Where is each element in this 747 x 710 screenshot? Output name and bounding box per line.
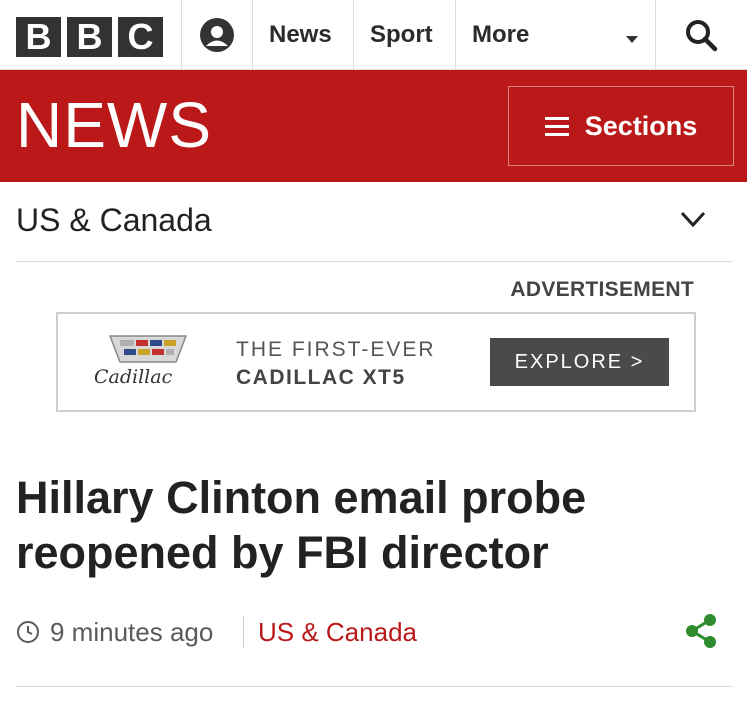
nav-divider (455, 0, 456, 70)
share-icon[interactable] (683, 612, 719, 650)
article-section-link[interactable]: US & Canada (258, 617, 417, 648)
article-headline: Hillary Clinton email probe reopened by … (16, 472, 587, 578)
news-wordmark[interactable]: NEWS (16, 92, 212, 158)
account-icon (199, 18, 234, 52)
section-selector[interactable]: US & Canada (16, 182, 733, 262)
caret-down-icon[interactable] (626, 36, 638, 43)
news-banner: NEWS Sections (0, 70, 747, 182)
search-button[interactable] (655, 0, 747, 70)
search-icon (686, 20, 718, 52)
advertisement-label: ADVERTISEMENT (510, 278, 694, 301)
ad-line-2: CADILLAC XT5 (236, 366, 406, 389)
divider (16, 686, 733, 687)
hamburger-menu-icon (544, 116, 569, 136)
sections-button[interactable]: Sections (508, 86, 734, 166)
cadillac-wordmark: Cadillac (94, 366, 173, 388)
nav-divider (252, 0, 253, 70)
ad-line-1: THE FIRST-EVER (236, 338, 436, 361)
meta-divider (243, 616, 244, 648)
article-meta: 9 minutes ago US & Canada (16, 612, 733, 654)
ad-copy: THE FIRST-EVER CADILLAC XT5 (236, 336, 436, 392)
advertisement-banner[interactable]: Cadillac THE FIRST-EVER CADILLAC XT5 EXP… (56, 312, 696, 412)
explore-button[interactable]: EXPLORE > (490, 338, 669, 386)
chevron-down-icon[interactable] (680, 210, 706, 228)
bbc-logo-letter: C (118, 17, 163, 57)
bbc-global-nav: B B C News Sport More (0, 0, 747, 70)
nav-more-button[interactable]: More (472, 0, 529, 70)
bbc-logo[interactable]: B B C (16, 17, 163, 57)
nav-news-link[interactable]: News (269, 0, 332, 70)
account-button[interactable] (181, 0, 252, 70)
bbc-logo-letter: B (67, 17, 112, 57)
cadillac-crest-logo (108, 335, 188, 363)
sections-label: Sections (584, 110, 698, 141)
nav-divider (353, 0, 354, 70)
bbc-logo-letter: B (16, 17, 61, 57)
article-timestamp: 9 minutes ago (50, 617, 214, 647)
section-title: US & Canada (16, 202, 212, 238)
nav-sport-link[interactable]: Sport (370, 0, 433, 70)
clock-icon (17, 621, 39, 643)
